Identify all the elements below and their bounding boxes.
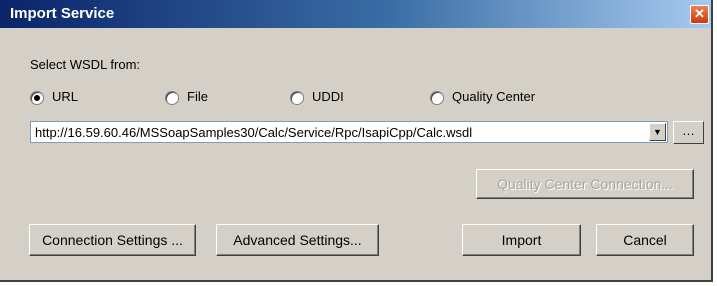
title-bar: Import Service ✕ <box>0 0 711 28</box>
wsdl-url-value[interactable]: http://16.59.60.46/MSSoapSamples30/Calc/… <box>35 125 472 140</box>
browse-button[interactable]: … <box>673 121 704 144</box>
radio-uddi-label: UDDI <box>312 89 344 104</box>
import-button[interactable]: Import <box>462 224 581 256</box>
radio-url-label: URL <box>52 89 79 104</box>
radio-file-icon[interactable] <box>165 91 179 105</box>
connection-settings-button[interactable]: Connection Settings ... <box>29 224 196 256</box>
radio-quality-center-label: Quality Center <box>452 89 536 104</box>
qc-connection-button[interactable]: Quality Center Connection... <box>476 169 694 199</box>
cancel-button[interactable]: Cancel <box>596 224 694 256</box>
chevron-down-icon[interactable]: ▼ <box>649 123 666 141</box>
import-service-dialog: Import Service ✕ Select WSDL from: URL F… <box>0 0 713 282</box>
advanced-settings-button[interactable]: Advanced Settings... <box>216 224 379 256</box>
radio-quality-center-icon[interactable] <box>430 91 444 105</box>
radio-uddi-icon[interactable] <box>290 91 304 105</box>
ellipsis-icon: … <box>682 123 695 138</box>
radio-file-label: File <box>187 89 208 104</box>
dialog-title: Import Service <box>10 5 115 22</box>
radio-url-icon[interactable] <box>30 91 44 105</box>
wsdl-url-combobox[interactable]: http://16.59.60.46/MSSoapSamples30/Calc/… <box>30 121 668 143</box>
close-icon[interactable]: ✕ <box>690 5 709 24</box>
select-wsdl-label: Select WSDL from: <box>30 57 141 72</box>
